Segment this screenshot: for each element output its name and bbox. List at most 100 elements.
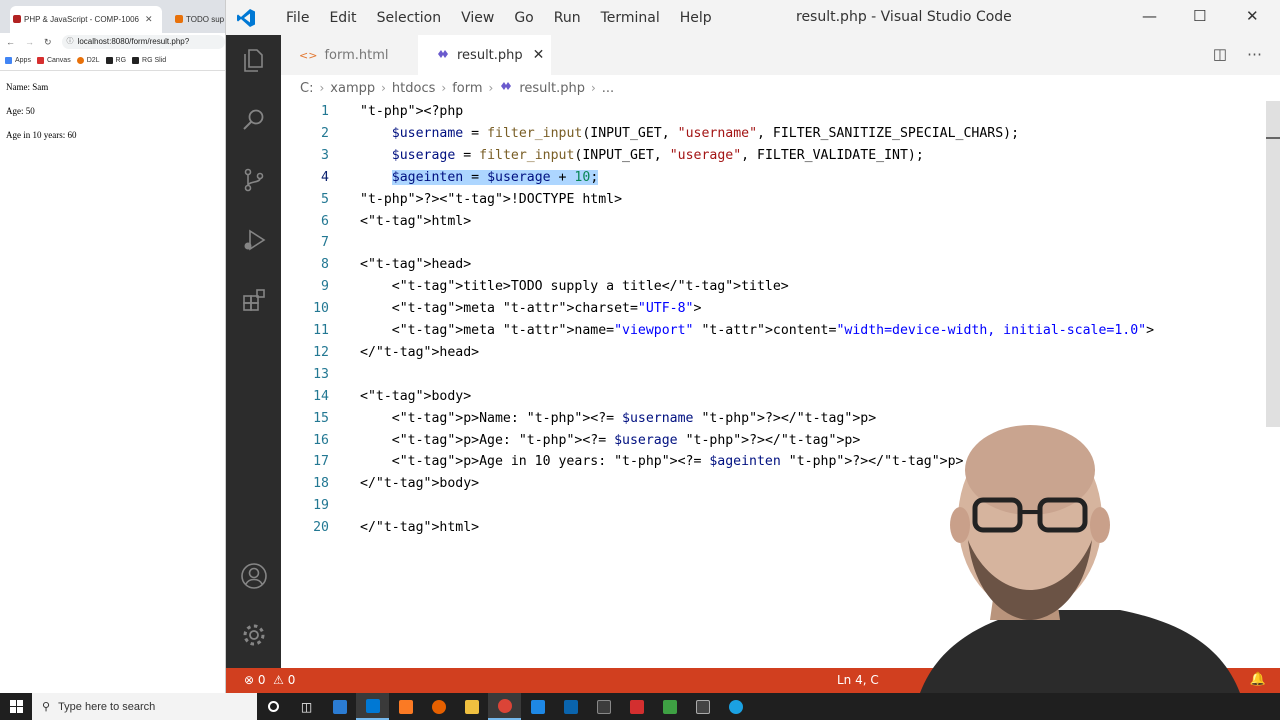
address-url: localhost:8080/form/result.php? xyxy=(77,37,190,46)
error-icon: ⊗ xyxy=(244,673,255,687)
browser-tab-label: PHP & JavaScript - COMP-1006 xyxy=(24,15,140,24)
menu-edit[interactable]: Edit xyxy=(319,10,366,26)
line-number: 7 xyxy=(321,235,329,251)
breadcrumb-item[interactable]: form xyxy=(452,81,482,96)
line-source: <"t-tag">p>Name: "t-php"><?= $username "… xyxy=(360,410,877,426)
source-control-icon[interactable] xyxy=(239,165,269,195)
menu-view[interactable]: View xyxy=(451,10,504,26)
line-number: 15 xyxy=(313,410,329,426)
breadcrumb-item[interactable]: result.php xyxy=(519,81,585,96)
browser-tab-php[interactable]: PHP & JavaScript - COMP-1006 ✕ xyxy=(10,6,162,33)
acrobat-taskbar-icon[interactable] xyxy=(620,693,653,720)
close-icon[interactable]: ✕ xyxy=(145,14,153,25)
page-age-in-ten-line: Age in 10 years: 60 xyxy=(6,130,77,140)
window-title: result.php - Visual Studio Code xyxy=(796,9,1012,25)
tab-result-php[interactable]: result.php ✕ xyxy=(418,35,551,75)
line-source: "t-php">?><"t-tag">!DOCTYPE html> xyxy=(360,191,623,207)
bookmark-apps[interactable]: Apps xyxy=(5,57,31,64)
camtasia-taskbar-icon[interactable] xyxy=(653,693,686,720)
start-windows-icon[interactable] xyxy=(0,693,32,720)
page-name-line: Name: Sam xyxy=(6,82,49,92)
bookmark-rg[interactable]: RG xyxy=(105,57,126,64)
close-icon[interactable]: ✕ xyxy=(533,47,545,63)
forward-icon[interactable]: → xyxy=(25,37,34,47)
obs-taskbar-icon[interactable] xyxy=(686,693,719,720)
breadcrumb-item[interactable]: xampp xyxy=(330,81,375,96)
line-source: $ageinten = $userage + 10; xyxy=(360,167,599,189)
bookmark-rg-slides[interactable]: RG Slid xyxy=(132,57,166,64)
windows-taskbar: ⚲ Type here to search ◫ xyxy=(0,693,1280,720)
chevron-right-icon: › xyxy=(590,81,596,95)
file-explorer-icon[interactable] xyxy=(455,693,488,720)
store-app-icon[interactable] xyxy=(323,693,356,720)
taskbar-search-placeholder: Type here to search xyxy=(58,700,156,713)
editor-scrollbar[interactable] xyxy=(1266,101,1280,427)
cursor-position[interactable]: Ln 4, C xyxy=(837,673,879,687)
reload-icon[interactable]: ↻ xyxy=(44,37,52,48)
tab-form-html[interactable]: <> form.html xyxy=(281,35,412,75)
explorer-icon[interactable] xyxy=(239,45,269,75)
problems-indicator[interactable]: ⊗ 0 ⚠ 0 xyxy=(244,673,295,687)
menu-file[interactable]: File xyxy=(276,10,319,26)
page-age-line: Age: 50 xyxy=(6,106,35,116)
search-icon[interactable] xyxy=(239,105,269,135)
browser-tab-strip: PHP & JavaScript - COMP-1006 ✕ TODO sup xyxy=(0,0,225,33)
address-bar[interactable]: ⓘ localhost:8080/form/result.php? xyxy=(61,35,225,49)
close-window-icon[interactable]: ✕ xyxy=(1246,7,1259,25)
menu-bar: File Edit Selection View Go Run Terminal… xyxy=(276,0,722,35)
chrome-taskbar-icon[interactable] xyxy=(488,693,521,720)
outlook-taskbar-icon[interactable] xyxy=(554,693,587,720)
breadcrumb-item[interactable]: htdocs xyxy=(392,81,435,96)
line-source: <"t-tag">meta "t-attr">name="viewport" "… xyxy=(360,323,1155,338)
split-editor-icon[interactable]: ◫ xyxy=(1213,45,1227,63)
account-icon[interactable] xyxy=(239,561,269,591)
snip-tool-icon[interactable] xyxy=(521,693,554,720)
task-view-icon[interactable]: ◫ xyxy=(290,693,323,720)
bookmark-canvas[interactable]: Canvas xyxy=(36,57,71,64)
menu-terminal[interactable]: Terminal xyxy=(591,10,670,26)
line-source: "t-php"><?php xyxy=(360,104,464,119)
maximize-icon[interactable]: ☐ xyxy=(1193,7,1206,25)
edge-taskbar-icon[interactable] xyxy=(719,693,752,720)
line-number: 17 xyxy=(313,454,329,470)
line-number: 3 xyxy=(321,147,329,163)
terminal-taskbar-icon[interactable] xyxy=(587,693,620,720)
menu-selection[interactable]: Selection xyxy=(367,10,452,26)
breadcrumb-item[interactable]: ... xyxy=(602,81,614,96)
chevron-right-icon: › xyxy=(488,81,494,95)
breadcrumb: C: › xampp › htdocs › form › result.php … xyxy=(281,75,1280,101)
extensions-icon[interactable] xyxy=(239,285,269,315)
line-number: 1 xyxy=(321,104,329,119)
browser-tab-todo[interactable]: TODO sup xyxy=(172,6,226,33)
menu-help[interactable]: Help xyxy=(670,10,722,26)
minimize-icon[interactable]: — xyxy=(1142,7,1157,25)
cortana-icon[interactable] xyxy=(257,693,290,720)
info-icon[interactable]: ⓘ xyxy=(67,35,74,49)
html-file-icon: <> xyxy=(299,48,318,62)
line-number: 9 xyxy=(321,279,329,295)
settings-gear-icon[interactable] xyxy=(239,620,269,650)
line-number: 16 xyxy=(313,432,329,448)
line-number: 18 xyxy=(313,476,329,492)
line-number: 11 xyxy=(313,323,329,338)
breadcrumb-item[interactable]: C: xyxy=(300,81,313,96)
menu-go[interactable]: Go xyxy=(504,10,543,26)
chevron-right-icon: › xyxy=(441,81,447,95)
taskbar-search[interactable]: ⚲ Type here to search xyxy=(32,693,257,720)
warning-count: 0 xyxy=(287,673,296,687)
tab-favicon-icon xyxy=(175,15,183,23)
run-debug-icon[interactable] xyxy=(239,225,269,255)
bookmark-d2l[interactable]: D2L xyxy=(76,57,100,64)
line-source: <"t-tag">title>TODO supply a title</"t-t… xyxy=(360,279,789,295)
webcam-overlay xyxy=(920,425,1240,693)
more-actions-icon[interactable]: ⋯ xyxy=(1247,45,1262,63)
chevron-right-icon: › xyxy=(381,81,386,95)
line-number: 6 xyxy=(321,213,329,229)
vscode-taskbar-icon[interactable] xyxy=(356,693,389,720)
line-source: <"t-tag">p>Age: "t-php"><?= $userage "t-… xyxy=(360,432,861,448)
back-icon[interactable]: ← xyxy=(6,37,15,47)
menu-run[interactable]: Run xyxy=(544,10,591,26)
xampp-taskbar-icon[interactable] xyxy=(389,693,422,720)
line-number: 5 xyxy=(321,191,329,207)
firefox-taskbar-icon[interactable] xyxy=(422,693,455,720)
